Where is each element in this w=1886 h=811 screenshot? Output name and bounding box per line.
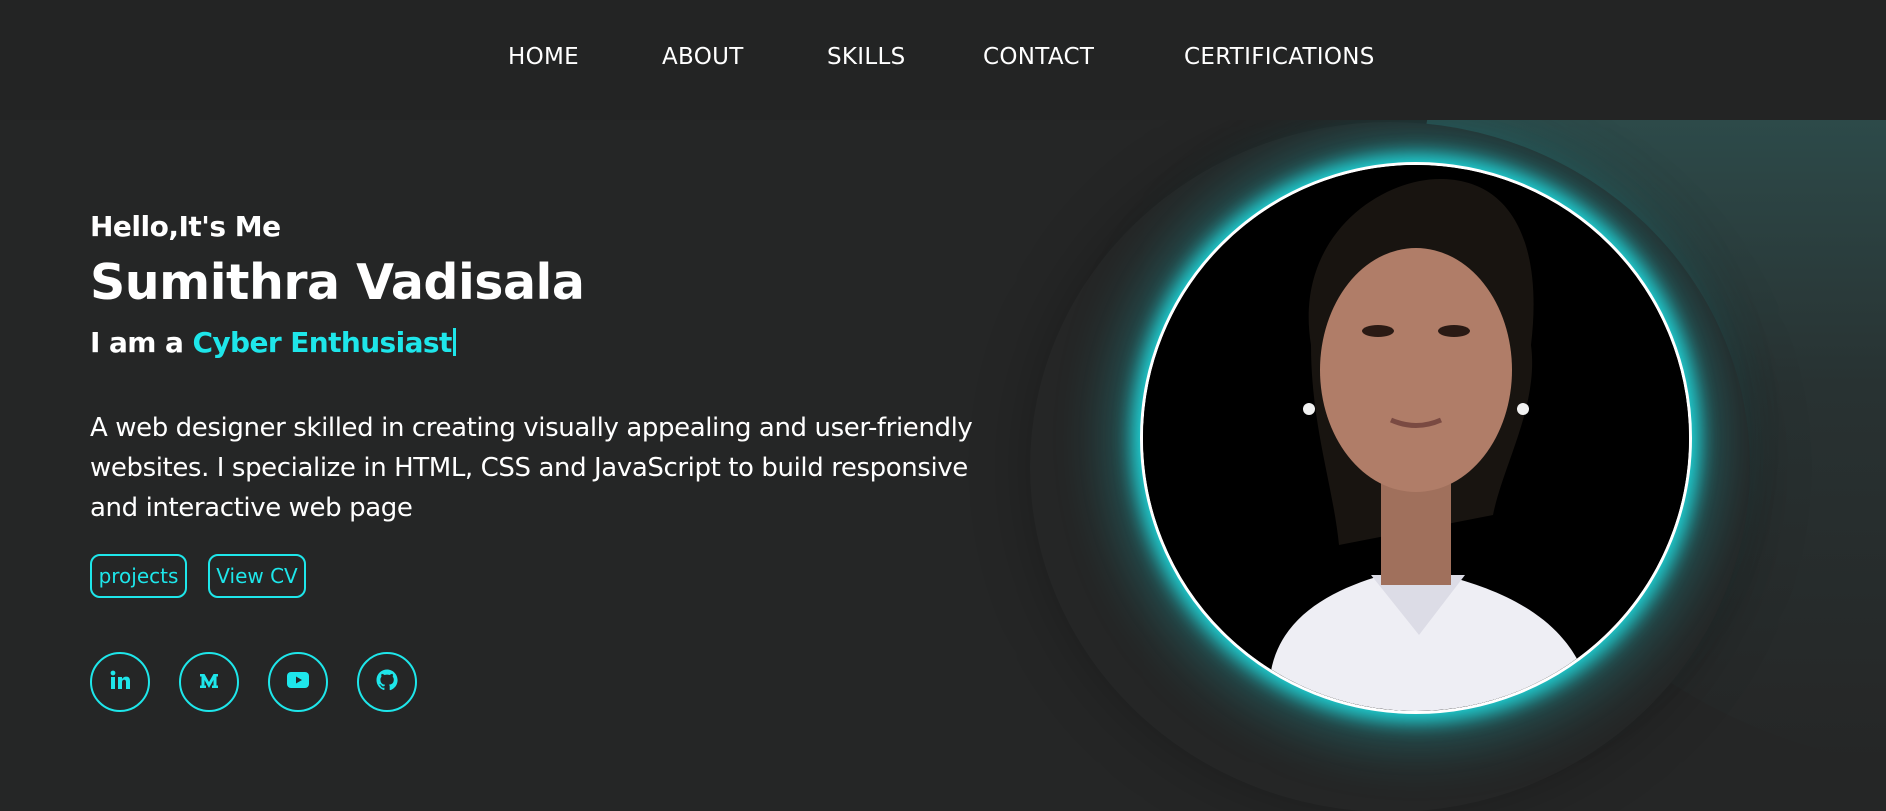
projects-button[interactable]: projects bbox=[90, 554, 187, 598]
navbar: HOME ABOUT SKILLS CONTACT CERTIFICATIONS bbox=[0, 0, 1886, 120]
linkedin-icon bbox=[109, 669, 131, 695]
linkedin-button[interactable] bbox=[90, 652, 150, 712]
medium-icon bbox=[198, 669, 220, 695]
profile-photo bbox=[1143, 165, 1689, 711]
hero-name: Sumithra Vadisala bbox=[90, 254, 585, 311]
nav-home-link[interactable]: HOME bbox=[508, 44, 579, 70]
role-line: I am a Cyber Enthusiast bbox=[90, 326, 456, 359]
github-button[interactable] bbox=[357, 652, 417, 712]
view-cv-button[interactable]: View CV bbox=[208, 554, 306, 598]
nav-certifications-link[interactable]: CERTIFICATIONS bbox=[1184, 44, 1375, 70]
greeting-text: Hello,It's Me bbox=[90, 210, 281, 243]
typing-cursor bbox=[452, 328, 456, 356]
profile-photo-frame bbox=[1140, 162, 1692, 714]
youtube-icon bbox=[286, 671, 310, 693]
role-accent-text: Cyber Enthusiast bbox=[192, 326, 452, 359]
hero-description: A web designer skilled in creating visua… bbox=[90, 413, 973, 523]
nav-contact-link[interactable]: CONTACT bbox=[983, 44, 1094, 70]
role-prefix: I am a bbox=[90, 326, 193, 359]
nav-about-link[interactable]: ABOUT bbox=[662, 44, 744, 70]
youtube-button[interactable] bbox=[268, 652, 328, 712]
medium-button[interactable] bbox=[179, 652, 239, 712]
nav-skills-link[interactable]: SKILLS bbox=[827, 44, 906, 70]
github-icon bbox=[375, 668, 399, 696]
